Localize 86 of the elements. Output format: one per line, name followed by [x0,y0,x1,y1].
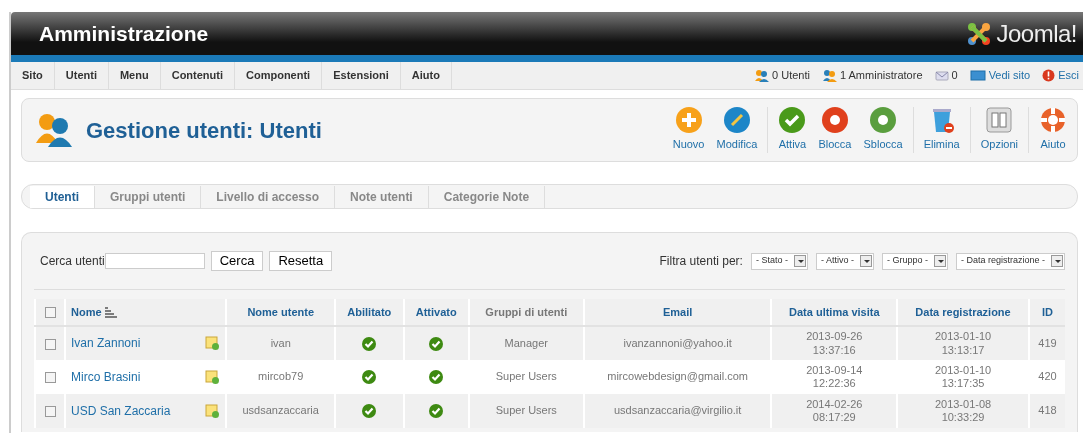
page-title: Gestione utenti: Utenti [86,116,322,145]
search-button[interactable]: Resetta [269,251,333,271]
add-note-icon[interactable] [205,403,221,419]
filter-dropdown[interactable]: - Gruppo - [881,252,948,270]
date-time: 2013-09-14 12:22:36 [805,363,864,391]
user-id: 418 [1038,404,1057,417]
select-all-checkbox[interactable] [44,307,56,319]
toolbar-button[interactable]: Modifica [710,107,764,153]
row-checkbox[interactable] [44,338,56,350]
tab[interactable]: Utenti [30,185,95,208]
column-header[interactable]: Email [662,305,693,318]
user-id: 419 [1038,336,1057,349]
toolbar-button[interactable]: Nuovo [666,107,711,153]
toolbar-button[interactable]: Elimina [917,107,966,153]
status-messages-count: 0 [951,68,958,84]
row-checkbox[interactable] [44,406,56,417]
mail-icon [934,69,949,82]
row-checkbox[interactable] [44,372,56,383]
status-users-count: 1 Amministratore [839,68,923,84]
check-icon[interactable] [429,336,444,351]
email: usdsanzaccaria@virgilio.it [614,404,742,417]
sort-icon [104,306,117,318]
date-time: 2013-01-08 10:33:29 [933,397,993,425]
header-title: Amministrazione [39,20,209,47]
check-icon[interactable] [362,336,377,351]
menu-item[interactable]: Componenti [235,62,323,89]
plus-icon [675,107,702,134]
email: ivanzannoni@yahoo.it [623,336,732,349]
user-group: Super Users [495,370,557,383]
column-header: Gruppi di utenti [485,305,568,318]
tab[interactable]: Livello di accesso [201,185,336,208]
logo-text: Joomla! [996,18,1077,49]
column-header[interactable]: Nome [71,303,102,321]
menu-item[interactable]: Aiuto [400,62,452,89]
column-header[interactable]: ID [1041,305,1053,318]
lifebuoy-icon [1040,107,1066,134]
check-icon [779,107,806,134]
check-icon[interactable] [429,404,444,418]
toolbar-button[interactable]: Attiva [772,107,813,153]
check-icon[interactable] [362,370,377,384]
ring-icon [821,107,848,134]
menu-item[interactable]: Estensioni [322,62,401,89]
toolbar-button[interactable]: Opzioni [974,107,1024,153]
date-time: 2013-01-10 13:13:17 [933,330,993,357]
users-icon [821,69,837,82]
user-id: 420 [1038,370,1057,383]
status-users-count: 0 Utenti [772,68,810,84]
filter-dropdown[interactable]: - Attivo - [815,252,874,270]
menu-item[interactable]: Menu [108,62,161,89]
filter-dropdown[interactable]: - Data registrazione - [955,252,1065,270]
monitor-icon [969,69,986,82]
user-group: Manager [504,336,548,349]
alert-icon [1042,69,1056,82]
switch-icon [986,107,1013,134]
search-button[interactable]: Cerca [210,251,264,271]
tab[interactable]: Note utenti [335,185,429,208]
add-note-icon[interactable] [205,336,221,351]
filter-dropdown[interactable]: - Stato - [750,252,808,270]
status-view-site-link[interactable]: Vedi sito [988,67,1031,84]
username: mircob79 [258,370,304,383]
add-note-icon[interactable] [205,369,221,385]
users-icon [754,69,770,82]
menu-item[interactable]: Sito [11,62,55,89]
tab[interactable]: Categorie Note [428,185,546,208]
search-field[interactable] [104,253,205,269]
username: usdsanzaccaria [242,404,319,417]
search-label: Cerca utenti [40,253,105,270]
date-time: 2013-09-26 13:37:16 [805,330,864,357]
user-group: Super Users [495,404,557,417]
menu-item[interactable]: Contenuti [160,62,235,89]
status-logout-link[interactable]: Esci [1058,67,1079,84]
toolbar-button[interactable]: Sblocca [857,107,909,153]
email: mircowebdesign@gmail.com [607,370,749,383]
toolbar-button[interactable]: Blocca [812,107,858,153]
date-time: 2014-02-26 08:17:29 [805,397,864,425]
ring-icon [870,107,897,134]
tab[interactable]: Gruppi utenti [95,185,202,208]
date-time: 2013-01-10 13:17:35 [933,363,993,391]
toolbar-button[interactable]: Aiuto [1033,107,1073,153]
pencil-icon [723,107,750,134]
check-icon[interactable] [429,370,444,384]
filter-label: Filtra utenti per: [659,253,743,270]
check-icon[interactable] [362,404,377,418]
users-icon [34,112,74,148]
menu-item[interactable]: Utenti [54,62,109,89]
username: ivan [270,336,291,349]
